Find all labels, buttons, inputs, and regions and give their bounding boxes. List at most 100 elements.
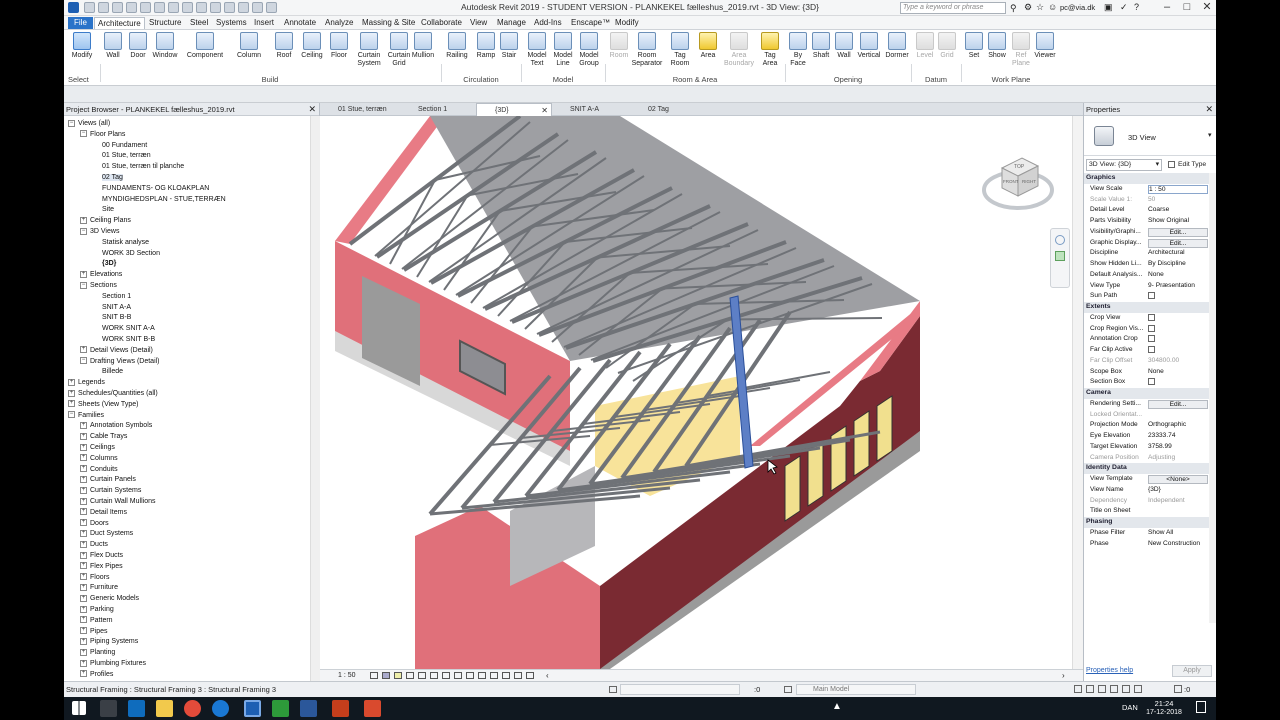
floor-button[interactable]: Floor <box>328 32 350 60</box>
tab-modify[interactable]: Modify <box>612 17 642 29</box>
maximize-button[interactable]: □ <box>1178 1 1196 15</box>
wall-opening-button[interactable]: Wall <box>834 32 854 60</box>
tab-add-ins[interactable]: Add-Ins <box>531 17 565 29</box>
tag-room-button[interactable]: Tag Room <box>668 32 692 68</box>
browser-item[interactable]: 02 Tag <box>102 172 123 183</box>
browser-item[interactable]: + Curtain Wall Mullions <box>80 496 155 507</box>
property-row-locked-orient[interactable]: Locked Orientat... <box>1084 410 1209 421</box>
expand-icon[interactable]: + <box>80 562 87 570</box>
view-control-extra-icon[interactable] <box>526 672 534 679</box>
collapse-icon[interactable]: − <box>80 227 87 235</box>
tab-massing-site[interactable]: Massing & Site <box>359 17 418 29</box>
expand-icon[interactable]: + <box>80 443 87 451</box>
expand-icon[interactable]: + <box>80 594 87 602</box>
property-row-phase-filter[interactable]: Phase Filter Show All <box>1084 528 1209 539</box>
expand-icon[interactable]: + <box>80 497 87 505</box>
file-explorer-icon[interactable] <box>156 700 173 717</box>
model-group-button[interactable]: Model Group <box>576 32 602 68</box>
property-row-discipline[interactable]: Discipline Architectural <box>1084 248 1209 259</box>
expand-icon[interactable]: + <box>80 670 87 678</box>
expand-icon[interactable]: + <box>80 659 87 667</box>
expand-icon[interactable]: + <box>80 627 87 635</box>
property-group-graphics[interactable]: Graphics <box>1084 173 1209 184</box>
viewcube[interactable]: TOP FRONT RIGHT <box>982 146 1054 218</box>
filter-icon[interactable] <box>1174 685 1182 693</box>
browser-item[interactable]: SNIT A-A <box>102 302 131 313</box>
browser-item[interactable]: + Curtain Panels <box>80 474 136 485</box>
viewport-scrollbar[interactable] <box>1072 116 1083 669</box>
drag-elements-icon[interactable] <box>1122 685 1130 693</box>
favorites-icon[interactable]: ☆ <box>1036 2 1044 13</box>
notifications-icon[interactable] <box>1196 701 1206 713</box>
column-button[interactable]: Column <box>234 32 264 60</box>
workset-field[interactable] <box>620 684 740 695</box>
expand-icon[interactable]: + <box>80 519 87 527</box>
area-button[interactable]: Area <box>696 32 720 60</box>
recorder-icon[interactable] <box>364 700 381 717</box>
browser-item[interactable]: + Doors <box>80 518 109 529</box>
property-row-far-clip-offset[interactable]: Far Clip Offset 304800.00 <box>1084 356 1209 367</box>
expand-icon[interactable]: + <box>80 616 87 624</box>
type-selector[interactable]: 3D View ▾ <box>1084 116 1216 156</box>
select-links-icon[interactable] <box>1074 685 1082 693</box>
browser-item[interactable]: + Elevations <box>80 269 122 280</box>
property-row-sun-path[interactable]: Sun Path <box>1084 291 1209 302</box>
expand-icon[interactable]: + <box>80 432 87 440</box>
property-row-dependency[interactable]: Dependency Independent <box>1084 496 1209 507</box>
view-tab-3d[interactable]: {3D} ✕ <box>476 103 552 116</box>
property-row-projection[interactable]: Projection Mode Orthographic <box>1084 420 1209 431</box>
modify-button[interactable]: Modify <box>68 32 96 60</box>
browser-item[interactable]: Section 1 <box>102 291 131 302</box>
dormer-button[interactable]: Dormer <box>884 32 910 60</box>
tab-insert[interactable]: Insert <box>251 17 277 29</box>
tab-architecture[interactable]: Architecture <box>94 17 145 29</box>
select-panel-label[interactable]: Select <box>66 75 96 84</box>
expand-icon[interactable]: + <box>80 270 87 278</box>
user-icon[interactable]: ☺ <box>1048 2 1057 12</box>
wall-button[interactable]: Wall <box>102 32 124 60</box>
browser-item[interactable]: WORK 3D Section <box>102 248 160 259</box>
constraints-icon[interactable] <box>514 672 522 679</box>
binoculars-icon[interactable]: ⚲ <box>1010 3 1017 14</box>
property-group-camera[interactable]: Camera <box>1084 388 1209 399</box>
browser-item[interactable]: + Pattern <box>80 615 113 626</box>
detail-level-icon[interactable] <box>370 672 378 679</box>
expand-icon[interactable]: + <box>80 540 87 548</box>
close-icon[interactable]: ✕ <box>308 103 316 116</box>
property-row-view-scale[interactable]: View Scale 1 : 50 <box>1084 184 1209 195</box>
active-model-field[interactable]: Main Model <box>796 684 916 695</box>
browser-item[interactable]: − Sections <box>80 280 117 291</box>
expand-icon[interactable]: + <box>80 584 87 592</box>
word-icon[interactable] <box>300 700 317 717</box>
property-edit-button[interactable]: Edit... <box>1148 238 1208 248</box>
property-edit-button[interactable]: Edit... <box>1148 227 1208 237</box>
expand-icon[interactable]: + <box>68 400 75 408</box>
render-icon[interactable] <box>418 672 426 679</box>
collapse-icon[interactable]: − <box>80 130 87 138</box>
expand-icon[interactable]: + <box>80 422 87 430</box>
checkbox[interactable] <box>1148 346 1155 353</box>
exchange-icon[interactable]: ✓ <box>1120 2 1128 13</box>
crop-icon[interactable] <box>430 672 438 679</box>
expand-icon[interactable]: + <box>80 486 87 494</box>
view-tab-01-stue[interactable]: 01 Stue, terræn <box>320 103 400 116</box>
show-button[interactable]: Show <box>986 32 1008 60</box>
tag-area-button[interactable]: Tag Area <box>758 32 782 68</box>
browser-item[interactable]: + Sheets (View Type) <box>68 399 138 410</box>
checkbox[interactable] <box>1148 378 1155 386</box>
select-underlay-icon[interactable] <box>1086 685 1094 693</box>
properties-scrollbar[interactable] <box>1209 173 1216 623</box>
door-button[interactable]: Door <box>127 32 149 60</box>
collapse-icon[interactable]: − <box>80 357 87 365</box>
minimize-button[interactable]: – <box>1158 1 1176 15</box>
cart-icon[interactable]: ▣ <box>1104 2 1113 13</box>
property-row-graphic-display[interactable]: Graphic Display... Edit... <box>1084 238 1209 249</box>
viewer-button[interactable]: Viewer <box>1032 32 1058 60</box>
browser-item[interactable]: + Legends <box>68 377 105 388</box>
browser-item[interactable]: {3D} <box>102 258 116 269</box>
view-tab-02-tag[interactable]: 02 Tag <box>630 103 710 116</box>
room-button[interactable]: Room <box>608 32 630 60</box>
tab-structure[interactable]: Structure <box>146 17 184 29</box>
property-row-crop-region[interactable]: Crop Region Vis... <box>1084 324 1209 335</box>
property-row-target-elevation[interactable]: Target Elevation 3758.99 <box>1084 442 1209 453</box>
